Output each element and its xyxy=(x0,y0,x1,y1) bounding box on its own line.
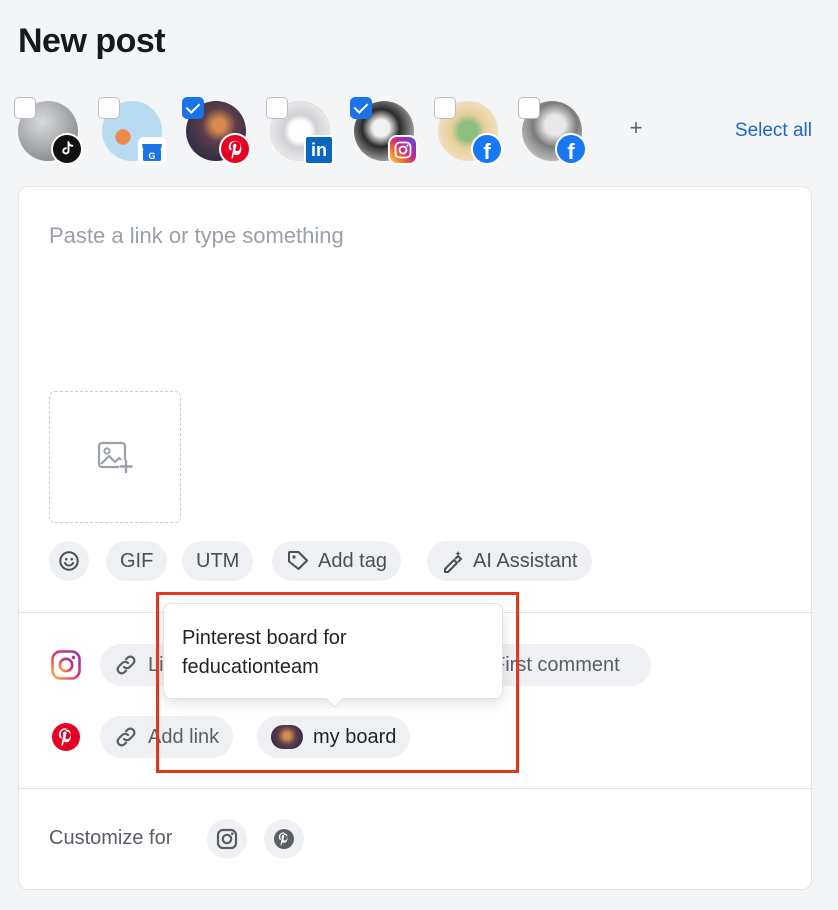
facebook-icon: f xyxy=(555,133,587,165)
add-account-icon[interactable]: + xyxy=(624,115,648,141)
utm-button[interactable]: UTM xyxy=(182,541,254,581)
ai-assistant-label: AI Assistant xyxy=(473,549,578,572)
pinterest-icon xyxy=(274,829,294,849)
link-icon xyxy=(116,655,136,675)
media-upload-area[interactable] xyxy=(49,391,181,523)
account-tiktok[interactable] xyxy=(14,95,98,167)
gif-label: GIF xyxy=(120,549,154,572)
composer-input[interactable]: Paste a link or type something xyxy=(49,223,344,249)
account-facebook[interactable]: f xyxy=(434,95,518,167)
instagram-icon xyxy=(388,135,418,165)
account-checkbox[interactable] xyxy=(98,97,120,119)
pinterest-icon xyxy=(219,133,251,165)
post-composer-card: Paste a link or type something GIF UTM A… xyxy=(18,186,813,890)
facebook-icon: f xyxy=(471,133,503,165)
customize-pinterest-button[interactable] xyxy=(264,819,304,859)
account-checkbox[interactable] xyxy=(14,97,36,119)
pinterest-icon xyxy=(52,723,80,751)
google-business-icon: G xyxy=(138,137,166,165)
emoji-icon xyxy=(59,551,79,571)
customize-instagram-button[interactable] xyxy=(207,819,247,859)
tag-icon xyxy=(288,551,308,570)
account-checkbox[interactable] xyxy=(182,97,204,119)
account-checkbox[interactable] xyxy=(350,97,372,119)
add-tag-button[interactable]: Add tag xyxy=(272,541,401,581)
customize-label: Customize for xyxy=(49,827,173,849)
highlight-box xyxy=(156,592,519,773)
account-checkbox[interactable] xyxy=(434,97,456,119)
page-title: New post xyxy=(18,22,166,60)
account-linkedin[interactable]: in xyxy=(266,95,350,167)
divider xyxy=(19,788,813,789)
account-checkbox[interactable] xyxy=(518,97,540,119)
account-pinterest[interactable] xyxy=(182,95,266,167)
add-image-icon xyxy=(97,441,133,474)
account-selector: G in f f + Select all xyxy=(0,95,838,175)
link-icon xyxy=(116,727,136,747)
utm-label: UTM xyxy=(196,549,240,572)
svg-text:G: G xyxy=(148,151,155,161)
account-instagram[interactable] xyxy=(350,95,434,167)
instagram-icon xyxy=(51,650,81,680)
gif-button[interactable]: GIF xyxy=(106,541,168,581)
ai-assistant-button[interactable]: AI Assistant xyxy=(427,541,592,581)
emoji-button[interactable] xyxy=(49,541,89,581)
instagram-icon xyxy=(216,828,238,850)
tiktok-icon xyxy=(51,133,83,165)
account-checkbox[interactable] xyxy=(266,97,288,119)
account-google-business[interactable]: G xyxy=(98,95,182,167)
account-facebook[interactable]: f xyxy=(518,95,602,167)
linkedin-icon: in xyxy=(304,135,334,165)
add-tag-label: Add tag xyxy=(318,549,387,572)
select-all-link[interactable]: Select all xyxy=(735,120,812,142)
ai-assistant-icon xyxy=(444,551,463,573)
